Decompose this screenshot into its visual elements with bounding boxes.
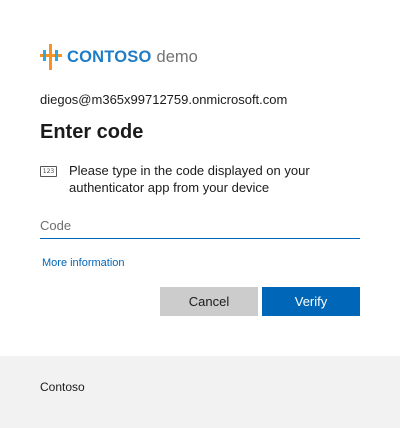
contoso-logo: CONTOSO demo [40, 42, 198, 72]
sign-in-card: CONTOSO demo diegos@m365x99712759.onmicr… [0, 0, 400, 356]
numeric-code-icon: 123 [40, 166, 57, 177]
verify-button[interactable]: Verify [262, 287, 360, 316]
page-title: Enter code [40, 121, 144, 143]
instruction-text: Please type in the code displayed on you… [69, 163, 310, 195]
footer-org-name: Contoso [40, 380, 85, 394]
instruction-row: 123 Please type in the code displayed on… [40, 162, 340, 196]
logo-brand-text: CONTOSO [67, 47, 152, 66]
more-information-link[interactable]: More information [42, 257, 125, 269]
cancel-button[interactable]: Cancel [160, 287, 258, 316]
footer: Contoso [0, 356, 400, 428]
contoso-logo-icon [40, 44, 62, 70]
logo-suffix-text: demo [156, 47, 198, 66]
account-email: diegos@m365x99712759.onmicrosoft.com [40, 92, 288, 107]
code-input[interactable] [40, 212, 360, 239]
